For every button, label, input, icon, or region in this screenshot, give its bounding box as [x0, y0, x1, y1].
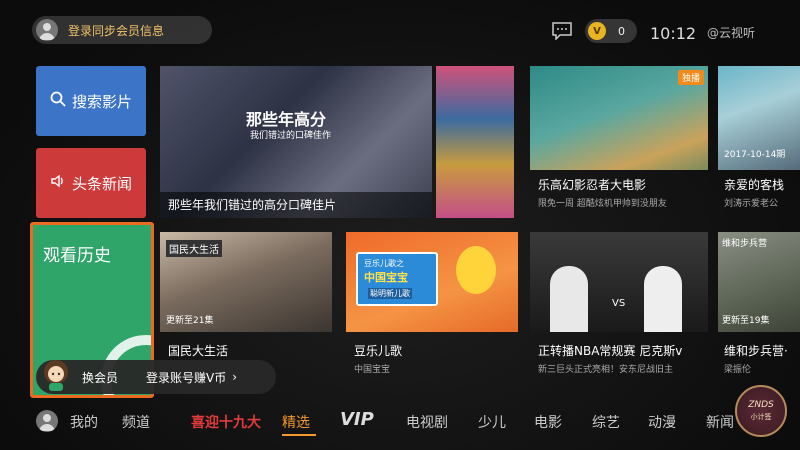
- watermark-bottom-text: 小计签: [750, 413, 772, 421]
- episode-date: 2017-10-14期: [724, 150, 786, 160]
- active-tab-indicator: [282, 434, 316, 436]
- nav-item-kids[interactable]: 少儿: [478, 412, 506, 432]
- peacekeeping-subtitle: 梁振伦: [724, 365, 752, 375]
- banner-overlay-title: 那些年高分: [246, 110, 327, 129]
- nav-item-movies[interactable]: 电影: [534, 412, 562, 432]
- guomin-life-title: 国民大生活: [168, 344, 229, 358]
- nav-item-vip[interactable]: VIP: [340, 409, 374, 430]
- headline-news-label: 头条新闻: [71, 174, 132, 193]
- bottom-nav: 我的 频道 喜迎十九大 精选 VIP 电视剧 少儿 电影 综艺 动漫 新闻: [0, 404, 800, 438]
- inn-show-title: 亲爱的客栈: [724, 178, 785, 192]
- vip-promo-button[interactable]: 换会员 登录账号赚V币 ›: [36, 360, 276, 394]
- clock: 10:12: [650, 24, 697, 43]
- vip-promo-label: 换会员: [82, 370, 119, 385]
- login-sync-label: 登录同步会员信息: [68, 23, 165, 38]
- login-sync-button[interactable]: 登录同步会员信息: [32, 16, 212, 44]
- chevron-right-icon: ›: [232, 370, 238, 384]
- kids-songs-subtitle: 中国宝宝: [354, 365, 391, 375]
- inn-show-subtitle: 刘涛示爱老公: [724, 199, 779, 209]
- lego-ninjago-subtitle: 限免一周 超酷炫机甲帅到没朋友: [538, 199, 667, 209]
- lego-ninjago-poster[interactable]: 独播: [530, 66, 708, 170]
- banner-overlay-subtitle: 我们错过的口碑佳作: [250, 131, 332, 141]
- nav-item-news[interactable]: 新闻: [706, 412, 734, 432]
- nav-item-tv-series[interactable]: 电视剧: [406, 412, 448, 432]
- guomin-life-poster[interactable]: 国民大生活 更新至21集: [160, 232, 332, 332]
- episode-update: 更新至21集: [166, 316, 214, 326]
- sign-bottom-text: 聪明新儿歌: [368, 288, 412, 299]
- nba-game-title: 正转播NBA常规赛 尼克斯v: [538, 344, 683, 358]
- exclusive-badge: 独播: [677, 70, 704, 85]
- nav-item-mine[interactable]: 我的: [70, 412, 98, 432]
- v-coin-count: 0: [618, 24, 625, 38]
- headline-news-button[interactable]: 头条新闻: [36, 148, 146, 218]
- v-coin-balance[interactable]: V 0: [585, 19, 637, 43]
- v-coin-icon: V: [588, 22, 606, 40]
- nav-item-featured[interactable]: 精选: [282, 412, 310, 432]
- search-movies-button[interactable]: 搜索影片: [36, 66, 146, 136]
- search-movies-label: 搜索影片: [71, 92, 132, 111]
- znds-watermark-logo: ZNDS 小计签: [735, 385, 787, 437]
- profile-avatar-icon[interactable]: [36, 410, 58, 432]
- nba-game-poster[interactable]: VS: [530, 232, 708, 332]
- peacekeeping-title: 维和步兵营·: [724, 344, 788, 358]
- poster-logo-text: 国民大生活: [166, 240, 222, 257]
- player-left: [550, 266, 588, 332]
- speaker-icon: [50, 173, 66, 193]
- nav-item-channel[interactable]: 频道: [122, 412, 150, 432]
- nba-game-subtitle: 新三巨头正式亮相！安东尼战旧主: [538, 365, 674, 375]
- lego-ninjago-title: 乐高幻影忍者大电影: [538, 178, 647, 192]
- duck-mascot-icon: [456, 246, 496, 294]
- kids-songs-poster[interactable]: 豆乐儿歌之 中国宝宝 聪明新儿歌: [346, 232, 518, 332]
- brand-logo: @云视听: [707, 26, 756, 40]
- mascot-girl-icon: [44, 360, 68, 391]
- player-right: [644, 266, 682, 332]
- nav-item-variety[interactable]: 综艺: [592, 412, 620, 432]
- watermark-top-text: ZNDS: [748, 400, 774, 410]
- sign-main-text: 中国宝宝: [364, 271, 408, 284]
- poster-collage[interactable]: [436, 66, 514, 218]
- message-icon[interactable]: [552, 22, 572, 40]
- episode-update: 更新至19集: [722, 316, 770, 326]
- search-icon: [50, 91, 66, 111]
- poster-logo-text: 维和步兵营: [722, 239, 768, 249]
- user-avatar-icon: [36, 19, 58, 41]
- nav-item-congress[interactable]: 喜迎十九大: [191, 412, 261, 432]
- sign-top-text: 豆乐儿歌之: [364, 259, 404, 268]
- banner-caption: 那些年我们错过的高分口碑佳片: [160, 192, 432, 218]
- featured-banner[interactable]: 那些年高分 我们错过的口碑佳作 那些年我们错过的高分口碑佳片: [160, 66, 432, 218]
- inn-show-poster[interactable]: 2017-10-14期: [718, 66, 800, 170]
- kids-songs-title: 豆乐儿歌: [354, 344, 403, 358]
- kids-songs-sign: 豆乐儿歌之 中国宝宝 聪明新儿歌: [356, 252, 438, 306]
- versus-text: VS: [612, 298, 626, 309]
- tv-home-screen: 登录同步会员信息 V 0 10:12 @云视听 搜索影片 头条新闻 观看历史 那…: [0, 0, 800, 450]
- peacekeeping-poster[interactable]: 维和步兵营 更新至19集: [718, 232, 800, 332]
- vip-promo-action: 登录账号赚V币: [146, 370, 227, 385]
- nav-item-anime[interactable]: 动漫: [648, 412, 676, 432]
- watch-history-label: 观看历史: [43, 246, 111, 266]
